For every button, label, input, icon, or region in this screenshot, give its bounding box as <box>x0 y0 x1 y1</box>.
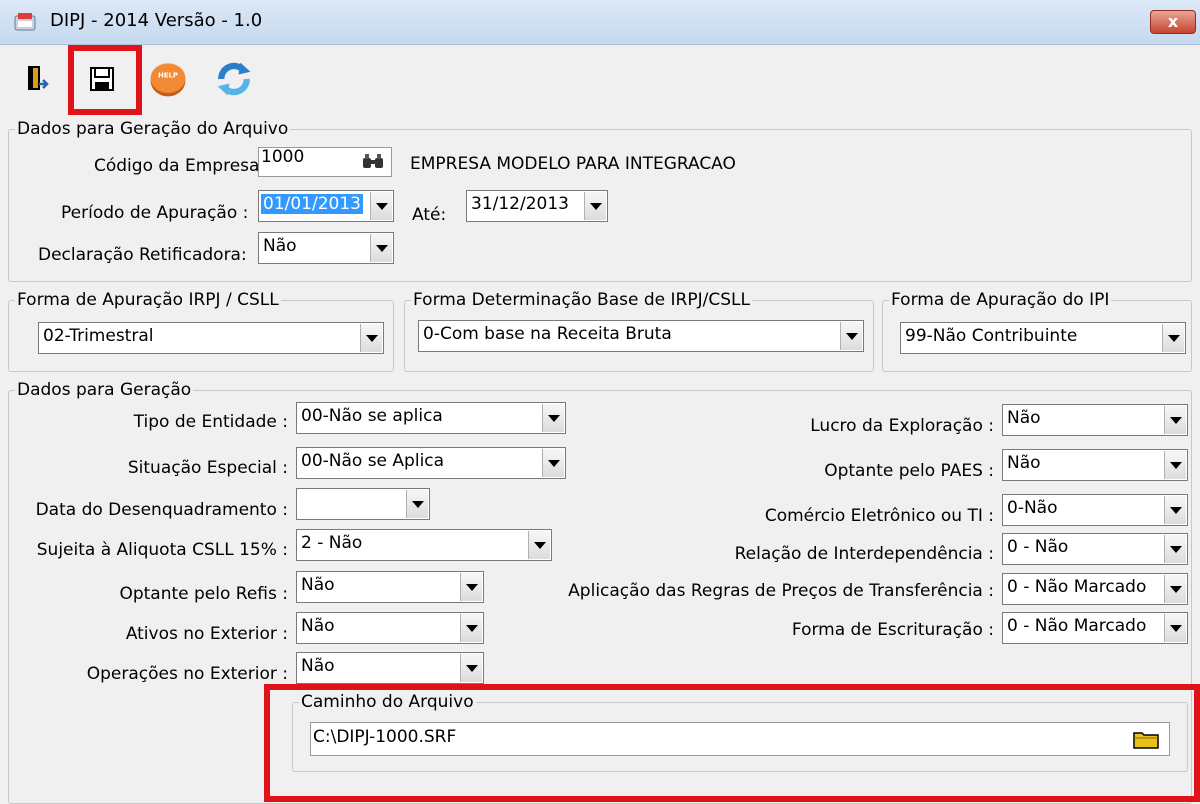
empresa-code-input[interactable]: 1000 <box>258 147 392 177</box>
escrituracao-value: 0 - Não Marcado <box>1007 616 1147 636</box>
paes-select[interactable]: Não <box>1002 449 1188 481</box>
ativos-exterior-label: Ativos no Exterior : <box>125 624 288 644</box>
csll-select[interactable]: 2 - Não <box>296 529 552 561</box>
chevron-down-icon[interactable] <box>370 234 392 262</box>
forma-base-value: 0-Com base na Receita Bruta <box>423 324 672 344</box>
precos-transferencia-value: 0 - Não Marcado <box>1007 577 1147 597</box>
help-label: HELP <box>158 71 178 79</box>
chevron-down-icon[interactable] <box>460 654 482 682</box>
operacoes-exterior-value: Não <box>301 656 335 676</box>
interdependencia-label: Relação de Interdependência : <box>734 544 994 564</box>
chevron-down-icon[interactable] <box>1164 575 1186 603</box>
csll-label: Sujeita à Aliquota CSLL 15% : <box>36 540 288 560</box>
forma-ipi-value: 99-Não Contribuinte <box>905 326 1078 346</box>
empresa-name: EMPRESA MODELO PARA INTEGRACAO <box>410 154 736 174</box>
retificadora-value: Não <box>263 236 297 256</box>
paes-label: Optante pelo PAES : <box>824 461 994 481</box>
group-legend: Forma de Apuração IRPJ / CSLL <box>17 290 279 310</box>
forma-base-select[interactable]: 0-Com base na Receita Bruta <box>418 320 864 352</box>
ate-label: Até: <box>412 205 447 225</box>
chevron-down-icon[interactable] <box>1164 535 1186 563</box>
file-path-highlight <box>264 684 1200 802</box>
chevron-down-icon[interactable] <box>460 614 482 642</box>
chevron-down-icon[interactable] <box>460 573 482 601</box>
comercio-eletronico-select[interactable]: 0-Não <box>1002 494 1188 526</box>
save-button-highlight <box>68 45 142 115</box>
help-icon: HELP <box>150 63 186 97</box>
window-title: DIPJ - 2014 Versão - 1.0 <box>50 10 263 31</box>
refis-value: Não <box>301 575 335 595</box>
refis-label: Optante pelo Refis : <box>119 584 288 604</box>
situacao-especial-value: 00-Não se Aplica <box>301 451 445 471</box>
precos-transferencia-select[interactable]: 0 - Não Marcado <box>1002 573 1188 605</box>
binoculars-icon[interactable] <box>361 152 385 170</box>
situacao-especial-label: Situação Especial : <box>127 458 288 478</box>
operacoes-exterior-select[interactable]: Não <box>296 652 484 684</box>
title-bar[interactable]: DIPJ - 2014 Versão - 1.0 x <box>0 0 1200 45</box>
chevron-down-icon[interactable] <box>1164 496 1186 524</box>
chevron-down-icon[interactable] <box>840 322 862 350</box>
chevron-down-icon[interactable] <box>360 324 382 352</box>
periodo-de-date[interactable]: 01/01/2013 <box>258 190 394 222</box>
refresh-icon <box>217 62 251 96</box>
comercio-eletronico-value: 0-Não <box>1007 498 1058 518</box>
precos-transferencia-label: Aplicação das Regras de Preços de Transf… <box>568 581 994 601</box>
forma-irpj-value: 02-Trimestral <box>43 326 154 346</box>
desenquadramento-date[interactable] <box>296 488 430 520</box>
lucro-exploracao-select[interactable]: Não <box>1002 404 1188 436</box>
exit-button[interactable] <box>18 59 58 99</box>
dipj-window: DIPJ - 2014 Versão - 1.0 x HELP Dados pa… <box>0 0 1200 804</box>
escrituracao-select[interactable]: 0 - Não Marcado <box>1002 612 1188 644</box>
periodo-ate-date[interactable]: 31/12/2013 <box>466 190 608 222</box>
comercio-eletronico-label: Comércio Eletrônico ou TI : <box>764 506 994 526</box>
ativos-exterior-select[interactable]: Não <box>296 612 484 644</box>
group-legend: Forma de Apuração do IPI <box>891 290 1110 310</box>
paes-value: Não <box>1007 453 1041 473</box>
chevron-down-icon[interactable] <box>584 192 606 220</box>
help-button[interactable]: HELP <box>148 59 188 99</box>
app-icon <box>14 13 36 31</box>
interdependencia-value: 0 - Não <box>1007 537 1069 557</box>
periodo-ate-value: 31/12/2013 <box>471 194 569 214</box>
chevron-down-icon[interactable] <box>1164 451 1186 479</box>
refresh-button[interactable] <box>214 59 254 99</box>
chevron-down-icon[interactable] <box>406 490 428 518</box>
group-legend: Dados para Geração do Arquivo <box>17 119 289 139</box>
refis-select[interactable]: Não <box>296 571 484 603</box>
empresa-label: Código da Empresa: <box>94 156 266 176</box>
empresa-code-value: 1000 <box>261 147 305 167</box>
retificadora-select[interactable]: Não <box>258 232 394 264</box>
operacoes-exterior-label: Operações no Exterior : <box>86 664 288 684</box>
group-legend: Dados para Geração <box>17 380 192 400</box>
chevron-down-icon[interactable] <box>1162 324 1184 352</box>
tipo-entidade-label: Tipo de Entidade : <box>133 412 288 432</box>
desenquadramento-label: Data do Desenquadramento : <box>35 500 288 520</box>
periodo-label: Período de Apuração : <box>61 203 249 223</box>
chevron-down-icon[interactable] <box>370 192 392 220</box>
toolbar: HELP <box>0 45 1200 115</box>
lucro-exploracao-value: Não <box>1007 408 1041 428</box>
chevron-down-icon[interactable] <box>1164 406 1186 434</box>
group-legend: Forma Determinação Base de IRPJ/CSLL <box>413 290 750 310</box>
lucro-exploracao-label: Lucro da Exploração : <box>810 416 994 436</box>
interdependencia-select[interactable]: 0 - Não <box>1002 533 1188 565</box>
escrituracao-label: Forma de Escrituração : <box>791 620 994 640</box>
forma-ipi-select[interactable]: 99-Não Contribuinte <box>900 322 1186 354</box>
csll-value: 2 - Não <box>301 533 363 553</box>
retificadora-label: Declaração Retificadora: <box>38 245 247 265</box>
forma-irpj-select[interactable]: 02-Trimestral <box>38 322 384 354</box>
exit-door-icon <box>28 66 49 90</box>
chevron-down-icon[interactable] <box>1164 614 1186 642</box>
tipo-entidade-value: 00-Não se aplica <box>301 406 443 426</box>
ativos-exterior-value: Não <box>301 616 335 636</box>
periodo-de-value: 01/01/2013 <box>261 194 363 214</box>
close-button[interactable]: x <box>1150 10 1196 34</box>
